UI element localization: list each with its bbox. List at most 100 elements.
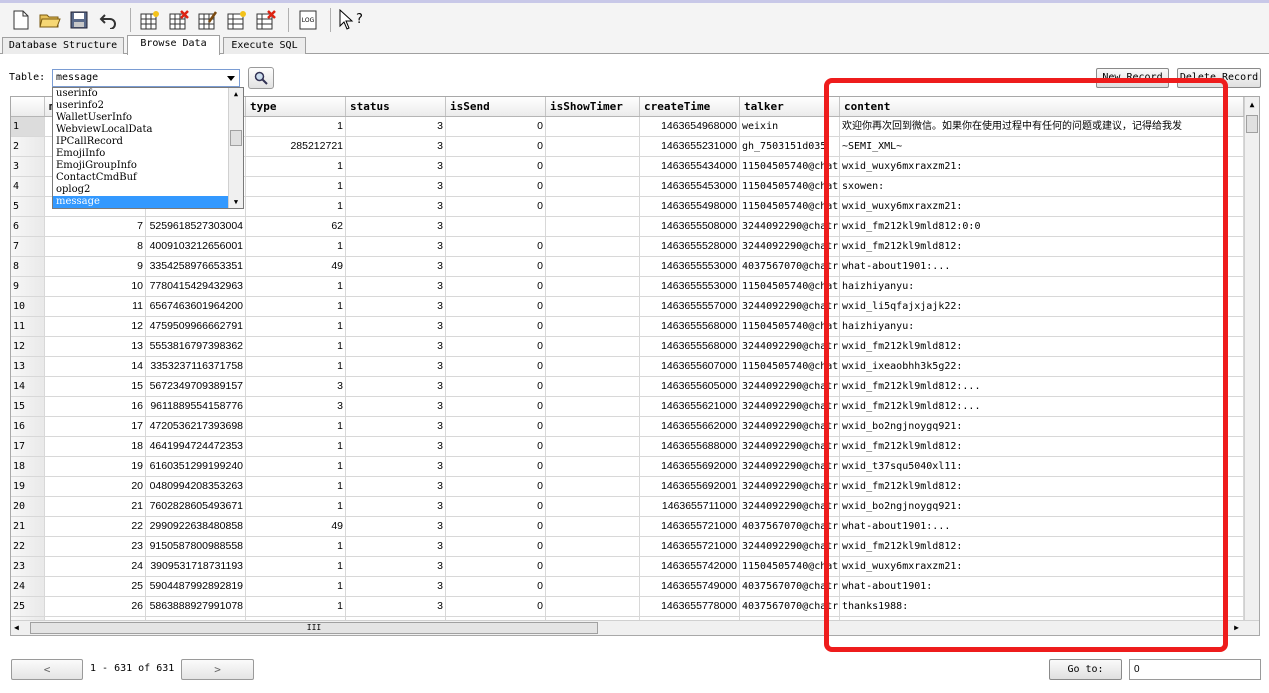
- table-cell-content[interactable]: wxid_fm212kl9mld812:: [840, 237, 1244, 257]
- table-cell-content[interactable]: wxid_fm212kl9mld812:: [840, 437, 1244, 457]
- table-cell-a[interactable]: 12: [45, 317, 146, 337]
- table-cell-isShowTimer[interactable]: [546, 237, 640, 257]
- table-cell-content[interactable]: wxid_t37squ5040xl11:: [840, 457, 1244, 477]
- table-select[interactable]: message: [52, 69, 240, 87]
- table-cell-talker[interactable]: 4037567070@chatro: [740, 517, 840, 537]
- table-cell-status[interactable]: 3: [346, 257, 446, 277]
- table-cell-a[interactable]: 20: [45, 477, 146, 497]
- delete-record-button[interactable]: Delete Record: [1177, 68, 1261, 88]
- table-cell-status[interactable]: 3: [346, 157, 446, 177]
- tab-browse-data[interactable]: Browse Data: [127, 35, 220, 55]
- tab-database-structure[interactable]: Database Structure: [2, 37, 124, 54]
- table-cell-content[interactable]: thanks1988:: [840, 597, 1244, 617]
- column-header[interactable]: isSend: [446, 97, 546, 116]
- row-number[interactable]: 2: [11, 137, 45, 157]
- column-header[interactable]: content: [840, 97, 1244, 116]
- table-cell-b[interactable]: 5259618527303004: [146, 217, 246, 237]
- table-cell-content[interactable]: wxid_bo2ngjnoygq921:: [840, 417, 1244, 437]
- table-cell-content[interactable]: wxid_bo2ngjnoygq921:: [840, 497, 1244, 517]
- table-cell-content[interactable]: haizhiyanyu:: [840, 317, 1244, 337]
- dropdown-item[interactable]: WalletUserInfo: [53, 112, 243, 124]
- table-cell-content[interactable]: what-about1901:: [840, 577, 1244, 597]
- log-icon[interactable]: LOG: [295, 7, 321, 33]
- row-number[interactable]: 4: [11, 177, 45, 197]
- table-row[interactable]: 21 22 2990922638480858 49 3 0 1463655721000 403…: [11, 517, 1259, 537]
- column-header[interactable]: isShowTimer: [546, 97, 640, 116]
- table-cell-a[interactable]: 14: [45, 357, 146, 377]
- table-cell-type[interactable]: 1: [246, 197, 346, 217]
- table-cell-createTime[interactable]: 1463655607000: [640, 357, 740, 377]
- row-number[interactable]: 15: [11, 397, 45, 417]
- row-number[interactable]: 9: [11, 277, 45, 297]
- table-cell-content[interactable]: ~SEMI_XML~: [840, 137, 1244, 157]
- table-cell-talker[interactable]: 4037567070@chatro: [740, 577, 840, 597]
- table-cell-createTime[interactable]: 1463655688000: [640, 437, 740, 457]
- row-number[interactable]: 8: [11, 257, 45, 277]
- table-cell-createTime[interactable]: 1463655749000: [640, 577, 740, 597]
- row-number[interactable]: 18: [11, 457, 45, 477]
- table-row[interactable]: 17 18 4641994724472353 1 3 0 1463655688000 3244…: [11, 437, 1259, 457]
- table-cell-content[interactable]: what-about1901:...: [840, 517, 1244, 537]
- table-cell-talker[interactable]: 3244092290@chatro: [740, 437, 840, 457]
- row-number[interactable]: 20: [11, 497, 45, 517]
- table-cell-status[interactable]: 3: [346, 217, 446, 237]
- table-cell-b[interactable]: 3909531718731193: [146, 557, 246, 577]
- table-cell-b[interactable]: 5553816797398362: [146, 337, 246, 357]
- table-cell-content[interactable]: haizhiyanyu:: [840, 277, 1244, 297]
- table-cell-type[interactable]: 1: [246, 277, 346, 297]
- table-cell-content[interactable]: wxid_wuxy6mxraxzm21:: [840, 557, 1244, 577]
- table-cell-isSend[interactable]: 0: [446, 177, 546, 197]
- table-cell-isShowTimer[interactable]: [546, 577, 640, 597]
- row-number[interactable]: 6: [11, 217, 45, 237]
- table-row[interactable]: 14 15 5672349709389157 3 3 0 1463655605000 3244…: [11, 377, 1259, 397]
- table-cell-type[interactable]: 1: [246, 317, 346, 337]
- table-cell-isSend[interactable]: 0: [446, 537, 546, 557]
- table-cell-content[interactable]: wxid_fm212kl9mld812:...: [840, 397, 1244, 417]
- table-cell-createTime[interactable]: 1463655508000: [640, 217, 740, 237]
- table-cell-type[interactable]: 1: [246, 297, 346, 317]
- table-cell-a[interactable]: 18: [45, 437, 146, 457]
- table-cell-a[interactable]: 15: [45, 377, 146, 397]
- table-cell-type[interactable]: 1: [246, 357, 346, 377]
- table-cell-talker[interactable]: 3244092290@chatro: [740, 537, 840, 557]
- table-cell-content[interactable]: wxid_li5qfajxjajk22:: [840, 297, 1244, 317]
- table-cell-status[interactable]: 3: [346, 117, 446, 137]
- table-cell-b[interactable]: 4759509966662791: [146, 317, 246, 337]
- table-cell-type[interactable]: 49: [246, 517, 346, 537]
- prev-page-button[interactable]: <: [11, 659, 83, 680]
- goto-button[interactable]: Go to:: [1049, 659, 1122, 680]
- table-cell-isSend[interactable]: 0: [446, 557, 546, 577]
- table-cell-type[interactable]: 1: [246, 417, 346, 437]
- row-number[interactable]: 5: [11, 197, 45, 217]
- table-cell-type[interactable]: 1: [246, 457, 346, 477]
- table-cell-isSend[interactable]: 0: [446, 437, 546, 457]
- dropdown-item[interactable]: message: [53, 196, 243, 208]
- delete-index-icon[interactable]: [253, 7, 279, 33]
- table-cell-isSend[interactable]: 0: [446, 577, 546, 597]
- table-cell-talker[interactable]: weixin: [740, 117, 840, 137]
- table-cell-createTime[interactable]: 1463655528000: [640, 237, 740, 257]
- table-cell-isSend[interactable]: 0: [446, 297, 546, 317]
- scroll-up-icon[interactable]: ▲: [229, 88, 243, 100]
- table-cell-status[interactable]: 3: [346, 137, 446, 157]
- table-cell-createTime[interactable]: 1463655553000: [640, 277, 740, 297]
- table-cell-isSend[interactable]: 0: [446, 377, 546, 397]
- table-cell-isShowTimer[interactable]: [546, 297, 640, 317]
- table-cell-a[interactable]: 19: [45, 457, 146, 477]
- table-cell-createTime[interactable]: 1463655568000: [640, 337, 740, 357]
- table-cell-talker[interactable]: 11504505740@chatro: [740, 317, 840, 337]
- table-cell-isShowTimer[interactable]: [546, 357, 640, 377]
- table-cell-isShowTimer[interactable]: [546, 537, 640, 557]
- scroll-down-icon[interactable]: ▼: [229, 196, 243, 208]
- table-cell-status[interactable]: 3: [346, 537, 446, 557]
- table-row[interactable]: 8 9 3354258976653351 49 3 0 1463655553000 40375…: [11, 257, 1259, 277]
- table-cell-type[interactable]: 3: [246, 397, 346, 417]
- table-cell-type[interactable]: 1: [246, 477, 346, 497]
- save-icon[interactable]: [66, 7, 92, 33]
- table-cell-b[interactable]: 0480994208353263: [146, 477, 246, 497]
- table-cell-isShowTimer[interactable]: [546, 417, 640, 437]
- table-cell-a[interactable]: 26: [45, 597, 146, 617]
- table-cell-isShowTimer[interactable]: [546, 117, 640, 137]
- create-table-icon[interactable]: [137, 7, 163, 33]
- table-cell-createTime[interactable]: 1463655231000: [640, 137, 740, 157]
